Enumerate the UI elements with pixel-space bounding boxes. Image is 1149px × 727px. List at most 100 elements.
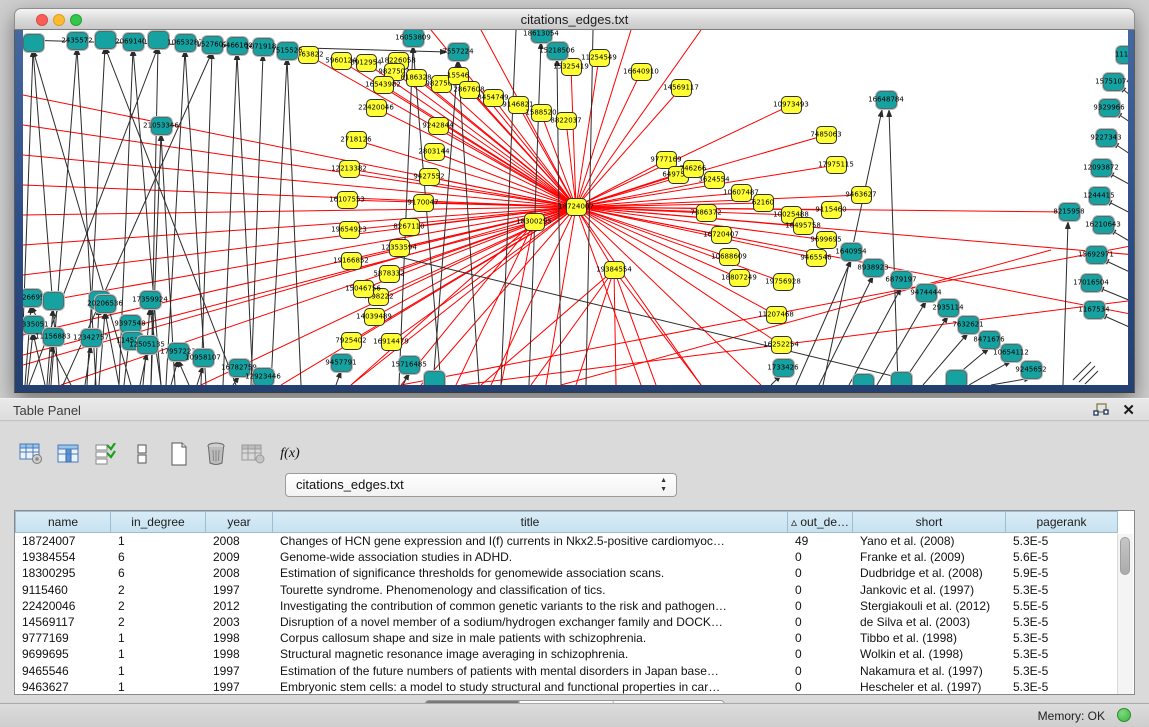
- table-cell[interactable]: 9777169: [15, 631, 111, 645]
- table-cell[interactable]: 1: [111, 631, 206, 645]
- table-row[interactable]: 969969511998Structural magnetic resonanc…: [15, 646, 1134, 662]
- memory-status-icon[interactable]: [1117, 708, 1131, 722]
- graph-node[interactable]: [95, 31, 116, 49]
- table-scrollbar[interactable]: [1117, 534, 1133, 694]
- table-cell[interactable]: 0: [788, 680, 853, 694]
- table-cell[interactable]: Dudbridge et al. (2008): [853, 566, 1006, 580]
- scrollbar-thumb[interactable]: [1120, 537, 1130, 575]
- table-row[interactable]: 946554611997Estimation of the future num…: [15, 663, 1134, 679]
- table-cell[interactable]: 9699695: [15, 647, 111, 661]
- table-cell[interactable]: 1998: [206, 631, 273, 645]
- delete-column-icon[interactable]: [203, 441, 229, 467]
- table-cell[interactable]: 1: [111, 680, 206, 694]
- table-cell[interactable]: 2: [111, 583, 206, 597]
- table-cell[interactable]: 5.3E-5: [1006, 680, 1118, 694]
- table-cell[interactable]: 2008: [206, 534, 273, 548]
- table-cell[interactable]: 5.5E-5: [1006, 599, 1118, 613]
- column-visibility-icon[interactable]: [55, 441, 81, 467]
- table-cell[interactable]: Nakamura et al. (1997): [853, 664, 1006, 678]
- table-cell[interactable]: Stergiakouli et al. (2012): [853, 599, 1006, 613]
- table-cell[interactable]: 0: [788, 550, 853, 564]
- table-cell[interactable]: 0: [788, 631, 853, 645]
- table-row[interactable]: 1938455462009Genome-wide association stu…: [15, 549, 1134, 565]
- table-cell[interactable]: 5.9E-5: [1006, 566, 1118, 580]
- table-row[interactable]: 911546021997Tourette syndrome. Phenomeno…: [15, 582, 1134, 598]
- select-all-icon[interactable]: [92, 441, 118, 467]
- table-cell[interactable]: 1: [111, 534, 206, 548]
- graph-node[interactable]: [946, 370, 967, 385]
- function-builder-icon[interactable]: f(x): [277, 441, 303, 467]
- table-selector-dropdown[interactable]: citations_edges.txt ▲▼: [285, 473, 677, 497]
- table-cell[interactable]: Genome-wide association studies in ADHD.: [273, 550, 788, 564]
- table-cell[interactable]: 6: [111, 566, 206, 580]
- table-cell[interactable]: 9465546: [15, 664, 111, 678]
- table-cell[interactable]: 18724007: [15, 534, 111, 548]
- table-cell[interactable]: 0: [788, 647, 853, 661]
- table-cell[interactable]: Changes of HCN gene expression and I(f) …: [273, 534, 788, 548]
- table-row[interactable]: 1872400712008Changes of HCN gene express…: [15, 533, 1134, 549]
- column-header-year[interactable]: year: [206, 511, 273, 533]
- table-cell[interactable]: 14569117: [15, 615, 111, 629]
- table-cell[interactable]: 2: [111, 615, 206, 629]
- float-panel-icon[interactable]: [1093, 403, 1109, 417]
- table-cell[interactable]: 5.6E-5: [1006, 550, 1118, 564]
- table-cell[interactable]: Corpus callosum shape and size in male p…: [273, 631, 788, 645]
- table-cell[interactable]: 2008: [206, 566, 273, 580]
- table-cell[interactable]: Franke et al. (2009): [853, 550, 1006, 564]
- table-cell[interactable]: 1: [111, 647, 206, 661]
- table-cell[interactable]: 22420046: [15, 599, 111, 613]
- close-panel-icon[interactable]: ✕: [1122, 401, 1135, 419]
- column-header-title[interactable]: title: [273, 511, 788, 533]
- table-cell[interactable]: Jankovic et al. (1997): [853, 583, 1006, 597]
- table-cell[interactable]: 5.3E-5: [1006, 615, 1118, 629]
- window-titlebar[interactable]: citations_edges.txt: [14, 8, 1135, 30]
- table-cell[interactable]: 2003: [206, 615, 273, 629]
- column-header-name[interactable]: name: [15, 511, 111, 533]
- table-cell[interactable]: Tibbo et al. (1998): [853, 631, 1006, 645]
- table-cell[interactable]: Investigating the contribution of common…: [273, 599, 788, 613]
- table-cell[interactable]: Disruption of a novel member of a sodium…: [273, 615, 788, 629]
- table-cell[interactable]: 5.3E-5: [1006, 534, 1118, 548]
- table-cell[interactable]: 1997: [206, 664, 273, 678]
- table-cell[interactable]: 9463627: [15, 680, 111, 694]
- table-cell[interactable]: 5.3E-5: [1006, 631, 1118, 645]
- graph-node[interactable]: [853, 374, 874, 385]
- table-cell[interactable]: 1997: [206, 583, 273, 597]
- table-cell[interactable]: 6: [111, 550, 206, 564]
- column-header-in_degree[interactable]: in_degree: [111, 511, 206, 533]
- table-cell[interactable]: 0: [788, 566, 853, 580]
- table-cell[interactable]: Estimation of significance thresholds fo…: [273, 566, 788, 580]
- table-cell[interactable]: 9115460: [15, 583, 111, 597]
- table-cell[interactable]: 1997: [206, 680, 273, 694]
- graph-node[interactable]: [23, 34, 44, 52]
- delete-table-icon[interactable]: [240, 441, 266, 467]
- table-cell[interactable]: 1998: [206, 647, 273, 661]
- table-cell[interactable]: Embryonic stem cells: a model to study s…: [273, 680, 788, 694]
- table-cell[interactable]: Structural magnetic resonance image aver…: [273, 647, 788, 661]
- table-cell[interactable]: Estimation of the future numbers of pati…: [273, 664, 788, 678]
- column-header-short[interactable]: short: [853, 511, 1006, 533]
- graph-node[interactable]: [148, 31, 169, 49]
- graph-node[interactable]: [43, 292, 64, 310]
- table-row[interactable]: 946362711997Embryonic stem cells: a mode…: [15, 679, 1134, 695]
- table-cell[interactable]: de Silva et al. (2003): [853, 615, 1006, 629]
- table-row[interactable]: 2242004622012Investigating the contribut…: [15, 598, 1134, 614]
- graph-node[interactable]: [424, 371, 445, 385]
- network-canvas[interactable]: 1872400718300295193845547463822596012489…: [23, 30, 1128, 385]
- table-cell[interactable]: Yano et al. (2008): [853, 534, 1006, 548]
- new-column-icon[interactable]: [166, 441, 192, 467]
- table-mode-icon[interactable]: [18, 441, 44, 467]
- table-cell[interactable]: 0: [788, 615, 853, 629]
- table-cell[interactable]: 5.3E-5: [1006, 664, 1118, 678]
- table-cell[interactable]: 2009: [206, 550, 273, 564]
- table-cell[interactable]: Wolkin et al. (1998): [853, 647, 1006, 661]
- table-cell[interactable]: 0: [788, 583, 853, 597]
- table-cell[interactable]: 0: [788, 664, 853, 678]
- table-cell[interactable]: 5.3E-5: [1006, 583, 1118, 597]
- table-row[interactable]: 977716911998Corpus callosum shape and si…: [15, 630, 1134, 646]
- table-cell[interactable]: 1: [111, 664, 206, 678]
- table-cell[interactable]: 5.3E-5: [1006, 647, 1118, 661]
- table-cell[interactable]: 49: [788, 534, 853, 548]
- table-row[interactable]: 1456911722003Disruption of a novel membe…: [15, 614, 1134, 630]
- table-cell[interactable]: 19384554: [15, 550, 111, 564]
